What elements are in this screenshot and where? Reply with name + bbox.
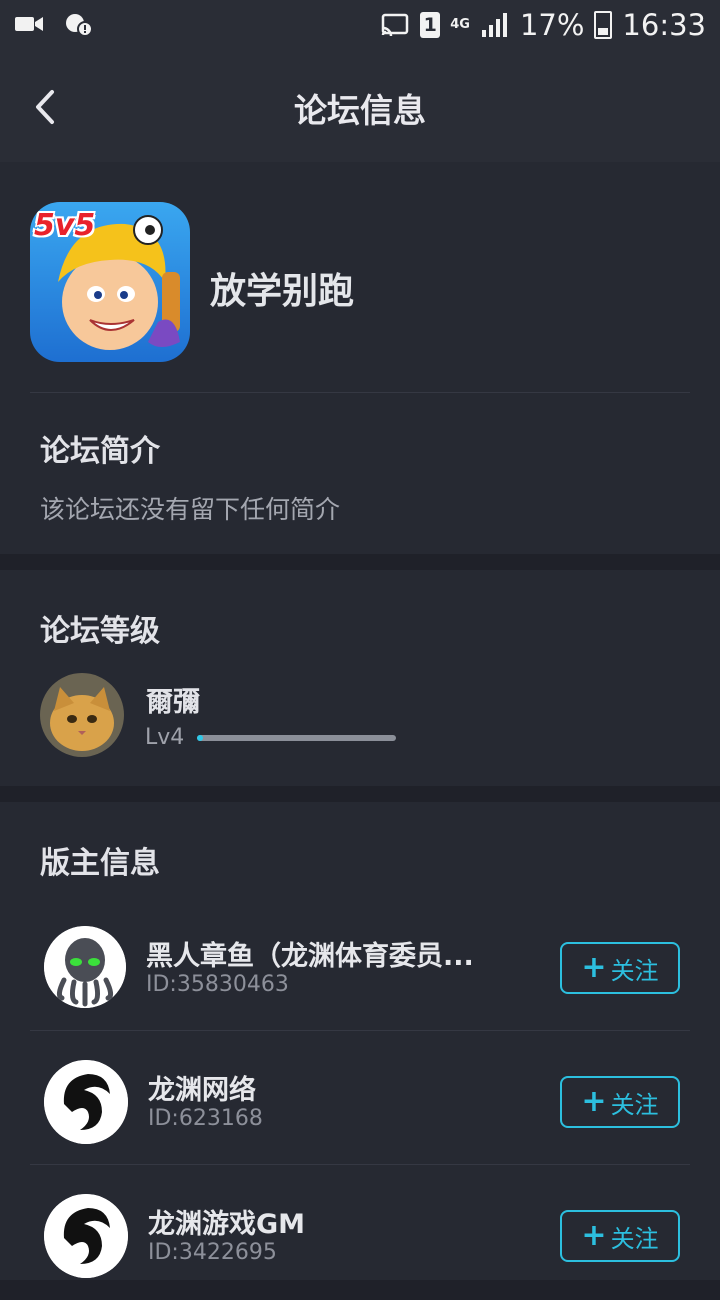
game-icon-badge: 5v5 <box>34 208 96 243</box>
divider <box>30 1164 690 1165</box>
sim-slot-badge: 1 <box>420 12 441 38</box>
moderator-row[interactable]: 黑人章鱼（龙渊体育委员... ID:35830463 + 关注 <box>0 898 720 1032</box>
intro-text: 该论坛还没有留下任何简介 <box>40 495 341 524</box>
status-left-icons <box>14 12 94 37</box>
divider <box>30 1030 690 1031</box>
moderator-row[interactable]: 龙渊网络 ID:623168 + 关注 <box>0 1032 720 1166</box>
moderator-name: 龙渊网络 <box>148 1075 256 1106</box>
moderators-title: 版主信息 <box>40 846 160 881</box>
forum-game-icon[interactable]: 5v5 <box>30 202 190 362</box>
status-bar: 1 4G 17% 16:33 <box>0 0 720 52</box>
user-avatar[interactable] <box>40 673 124 757</box>
moderators-card: 版主信息 黑人章鱼（龙渊体育委员... ID:35830463 + 关注 龙渊网… <box>0 802 720 1280</box>
video-icon <box>14 12 44 36</box>
plus-icon: + <box>581 1084 607 1119</box>
moderator-id: ID:3422695 <box>148 1240 277 1265</box>
intro-title: 论坛简介 <box>40 434 160 469</box>
divider <box>30 392 690 393</box>
plus-icon: + <box>581 1218 607 1253</box>
moderator-id: ID:35830463 <box>146 972 289 997</box>
level-progress-bar <box>197 735 396 741</box>
follow-label: 关注 <box>610 956 659 985</box>
notification-icon <box>64 12 94 37</box>
follow-label: 关注 <box>610 1224 659 1253</box>
battery-percent: 17% <box>519 8 585 42</box>
moderator-avatar[interactable] <box>44 1194 128 1278</box>
clock: 16:33 <box>622 8 706 42</box>
battery-icon <box>594 11 613 39</box>
moderator-avatar[interactable] <box>44 926 126 1008</box>
follow-label: 关注 <box>610 1090 659 1119</box>
status-right-icons: 1 4G 17% 16:33 <box>380 8 706 42</box>
cast-icon <box>380 13 410 37</box>
moderator-id: ID:623168 <box>148 1106 263 1131</box>
forum-info-card: 5v5 放学别跑 论坛简介 该论坛还没有留下任何简介 <box>0 162 720 554</box>
page-title: 论坛信息 <box>294 91 426 130</box>
level-progress-fill <box>197 735 203 741</box>
moderator-avatar[interactable] <box>44 1060 128 1144</box>
network-type: 4G <box>450 17 470 32</box>
moderator-name: 黑人章鱼（龙渊体育委员... <box>146 941 474 972</box>
level-title: 论坛等级 <box>40 614 160 649</box>
app-bar: 论坛信息 <box>0 52 720 162</box>
forum-name: 放学别跑 <box>210 271 355 312</box>
follow-button[interactable]: + 关注 <box>560 942 680 994</box>
user-name: 爾彌 <box>146 687 200 718</box>
signal-icon <box>480 13 510 37</box>
follow-button[interactable]: + 关注 <box>560 1210 680 1262</box>
forum-level-card: 论坛等级 爾彌 Lv4 <box>0 570 720 786</box>
plus-icon: + <box>581 950 607 985</box>
follow-button[interactable]: + 关注 <box>560 1076 680 1128</box>
level-label: Lv4 <box>145 725 185 750</box>
moderator-name: 龙渊游戏GM <box>148 1209 306 1240</box>
